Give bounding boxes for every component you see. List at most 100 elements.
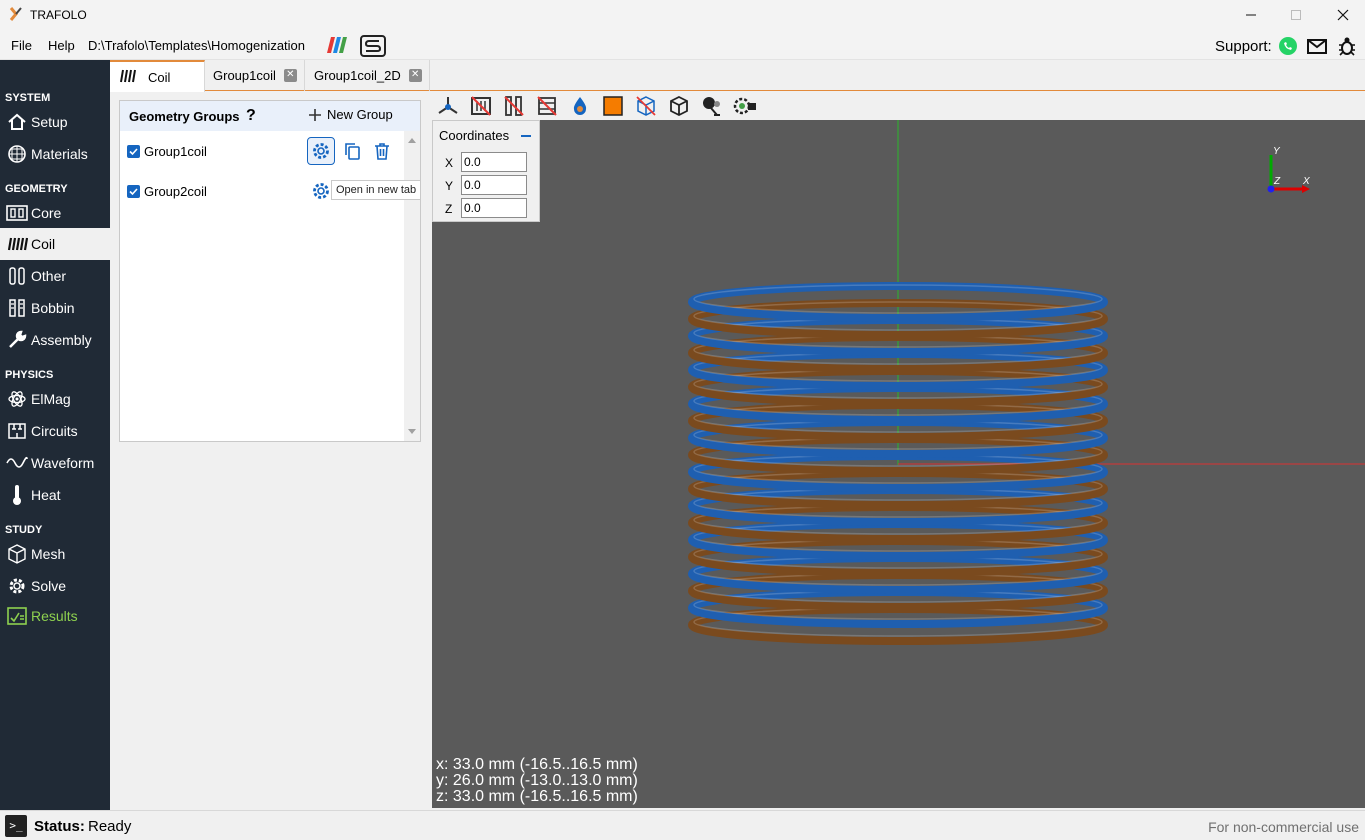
s-logo-icon[interactable] [360,35,386,57]
gear-icon [5,575,29,597]
group-settings-button[interactable] [307,137,335,165]
wrench-icon [5,329,29,351]
sidebar-item-label: Mesh [31,546,66,562]
sidebar-item-assembly[interactable]: Assembly [0,326,110,354]
help-button[interactable]: ? [246,107,256,125]
sidebar-item-setup[interactable]: Setup [0,108,110,136]
coil-icon [119,69,139,86]
solid-square-icon [603,96,623,116]
app-title: TRAFOLO [30,8,87,22]
circuit-icon [5,420,29,442]
drop-icon [573,97,587,115]
group1coil-checkbox[interactable] [127,145,140,158]
hide-other-button[interactable] [502,94,526,118]
coordinates-title: Coordinates [439,128,510,143]
duplicate-group-button[interactable] [338,137,366,165]
bug-icon[interactable] [1336,35,1358,57]
hide-bobbin-button[interactable] [535,94,559,118]
sidebar-item-heat[interactable]: Heat [0,481,110,509]
core-hidden-icon [471,96,491,116]
atom-icon [5,388,29,410]
show-fluid-button[interactable] [568,94,592,118]
tab-group1coil-2d[interactable]: Group1coil_2D ✕ [305,60,430,91]
sidebar-item-label: Circuits [31,423,78,439]
whatsapp-icon[interactable] [1277,35,1299,57]
sidebar-item-coil[interactable]: Coil [0,228,110,260]
spotlight-icon [703,97,720,116]
sidebar-item-elmag[interactable]: ElMag [0,385,110,413]
y-coordinate-input[interactable] [461,175,527,195]
sidebar-item-materials[interactable]: Materials [0,140,110,168]
geometry-groups-header: Geometry Groups ? New Group [120,101,420,131]
geometry-groups-panel: Geometry Groups ? New Group Group1coil G… [119,100,421,442]
solid-view-button[interactable] [601,94,625,118]
maximize-button[interactable] [1281,4,1311,26]
gizmo-z-label: Z [1273,176,1281,187]
new-group-button[interactable]: New Group [308,107,393,122]
mesh-cube-icon [5,543,29,565]
minimize-button[interactable] [1236,4,1266,26]
sidebar-item-mesh[interactable]: Mesh [0,540,110,568]
minimize-icon [1246,14,1256,16]
scroll-up-icon[interactable] [404,133,420,147]
dimension-z: z: 33.0 mm (-16.5..16.5 mm) [436,788,638,805]
stripes-logo-icon[interactable] [323,35,349,55]
sidebar-item-label: Heat [31,487,61,503]
y-label: Y [445,179,454,193]
trafolo-logo-icon [9,7,22,21]
collapse-icon[interactable] [521,135,531,137]
close-tab-icon[interactable]: ✕ [283,69,297,82]
sidebar: SYSTEM Setup Materials GEOMETRY Core Coi… [0,60,110,810]
scroll-down-icon[interactable] [404,425,420,439]
bobbin-icon [5,297,29,319]
wireframe-view-button[interactable] [634,94,658,118]
close-icon [1337,9,1349,21]
plus-icon [309,108,321,121]
sidebar-section-study: STUDY [5,524,43,536]
status-value: Ready [88,818,132,835]
menu-help[interactable]: Help [48,38,75,53]
groups-scrollbar[interactable] [404,131,420,441]
hide-core-button[interactable] [469,94,493,118]
cube-icon [670,95,688,117]
screenshot-button[interactable] [733,94,757,118]
sidebar-item-solve[interactable]: Solve [0,572,110,600]
sidebar-item-label: Materials [31,146,88,162]
title-bar: TRAFOLO [0,0,1365,30]
x-label: X [445,156,454,170]
email-icon[interactable] [1306,35,1328,57]
new-group-label: New Group [327,107,393,122]
tab-coil[interactable]: Coil [110,60,205,92]
sidebar-item-core[interactable]: Core [0,199,110,227]
tab-group1coil[interactable]: Group1coil ✕ [205,60,305,91]
menu-file[interactable]: File [11,38,32,53]
status-label: Status: [34,818,85,835]
sidebar-item-label: ElMag [31,391,71,407]
sidebar-item-other[interactable]: Other [0,262,110,290]
view-axes-button[interactable] [436,94,460,118]
3d-viewport[interactable]: Y Z X Coordinates X Y Z x: 33.0 mm (-16.… [432,120,1365,808]
sidebar-item-results[interactable]: Results [0,602,110,630]
dimension-x: x: 33.0 mm (-16.5..16.5 mm) [436,756,638,773]
sidebar-item-bobbin[interactable]: Bobbin [0,294,110,322]
lighting-button[interactable] [700,94,724,118]
home-icon [5,111,29,133]
gear-icon [313,183,329,199]
trash-icon [375,143,389,160]
sidebar-item-circuits[interactable]: Circuits [0,417,110,445]
group2coil-checkbox[interactable] [127,185,140,198]
reset-view-button[interactable] [667,94,691,118]
maximize-icon [1291,10,1301,20]
view-toolbar [432,91,1365,120]
sidebar-item-waveform[interactable]: Waveform [0,449,110,477]
terminal-icon[interactable]: >_ [5,815,27,837]
delete-group-button[interactable] [368,137,396,165]
close-tab-icon[interactable]: ✕ [408,69,422,82]
z-coordinate-input[interactable] [461,198,527,218]
license-notice: For non-commercial use [1208,819,1359,835]
geometry-groups-title: Geometry Groups [129,109,240,124]
close-window-button[interactable] [1328,4,1358,26]
tab-bar: Coil Group1coil ✕ Group1coil_2D ✕ [110,60,1365,92]
x-coordinate-input[interactable] [461,152,527,172]
gizmo-y-label: Y [1273,146,1281,157]
